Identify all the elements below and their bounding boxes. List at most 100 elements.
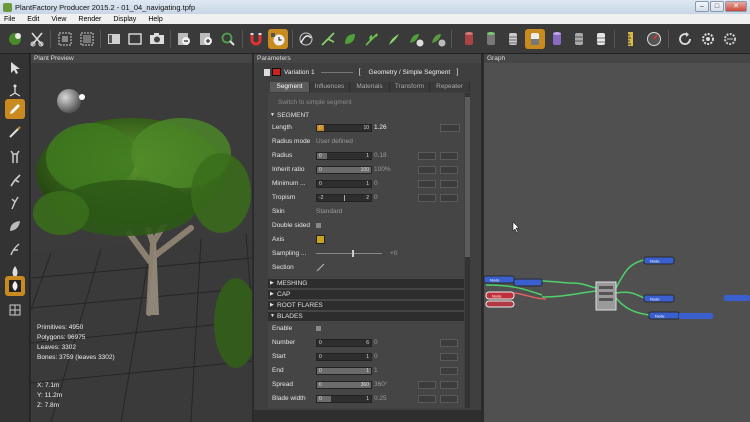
end-box[interactable]	[440, 367, 458, 375]
radius-box-b[interactable]	[440, 152, 458, 160]
value-start[interactable]: 0	[374, 353, 378, 360]
graph-node-left-mid[interactable]	[513, 278, 543, 287]
close-button[interactable]: ✕	[725, 1, 747, 12]
minimum-box-a[interactable]	[418, 180, 436, 188]
maximize-button[interactable]: □	[710, 1, 724, 12]
cylinder-white-icon[interactable]	[591, 29, 611, 49]
value-spread[interactable]: 360°	[374, 381, 387, 388]
move-node-icon[interactable]	[5, 81, 25, 101]
number-slider[interactable]: 06	[316, 339, 372, 347]
leaves-node-icon[interactable]	[362, 29, 382, 49]
leaf-icon[interactable]	[5, 216, 25, 236]
value-radius-mode[interactable]: User defined	[316, 138, 353, 145]
scrollbar-thumb[interactable]	[465, 97, 470, 257]
value-inherit-ratio[interactable]: 100%	[374, 166, 391, 173]
minimum-box-b[interactable]	[440, 180, 458, 188]
menu-edit[interactable]: Edit	[27, 16, 39, 23]
value-blade-width[interactable]: 0.25	[374, 395, 387, 402]
cylinder-grey-icon[interactable]	[569, 29, 589, 49]
radius-box-a[interactable]	[418, 152, 436, 160]
value-minimum[interactable]: 0	[374, 180, 378, 187]
camera-icon[interactable]	[147, 29, 167, 49]
cylinder-selected-icon[interactable]	[525, 29, 545, 49]
value-number[interactable]: 0	[374, 339, 378, 346]
inherit-ratio-slider[interactable]: 0 100	[316, 166, 372, 174]
section-meshing[interactable]: ▶ MESHING	[268, 279, 464, 288]
graph-panel[interactable]: Node Node Node Node Node	[483, 63, 750, 422]
tropism-slider[interactable]: -2 2	[316, 194, 372, 202]
length-curve-box[interactable]	[440, 124, 460, 132]
cylinder-purple-icon[interactable]	[547, 29, 567, 49]
settings-icon[interactable]	[698, 29, 718, 49]
frame-icon[interactable]	[55, 29, 75, 49]
pin-icon[interactable]	[264, 68, 270, 76]
minimum-slider[interactable]: 01	[316, 180, 372, 188]
tropism-box-a[interactable]	[418, 194, 436, 202]
length-slider[interactable]: 0 10	[316, 124, 372, 132]
leaf-options-icon[interactable]	[428, 29, 448, 49]
radius-slider[interactable]: 01	[316, 152, 372, 160]
double-sided-checkbox[interactable]	[316, 223, 321, 228]
zoom-fit-icon[interactable]	[218, 29, 238, 49]
twig-icon[interactable]	[5, 193, 25, 213]
axis-picker-icon[interactable]	[316, 235, 325, 244]
tab-materials[interactable]: Materials	[350, 82, 390, 92]
graph-node-right-top[interactable]: Node	[643, 256, 675, 265]
magnet-icon[interactable]	[246, 29, 266, 49]
blade-width-box-a[interactable]	[418, 395, 436, 403]
spread-box-b[interactable]	[440, 381, 458, 389]
graph-node-left-top[interactable]: Node	[483, 275, 515, 284]
menu-help[interactable]: Help	[148, 16, 162, 23]
spread-slider[interactable]: 0 360	[316, 381, 372, 389]
tab-repeater[interactable]: Repeater	[430, 82, 470, 92]
tropism-box-b[interactable]	[440, 194, 458, 202]
spread-box-a[interactable]	[418, 381, 436, 389]
value-length[interactable]: 1.26	[374, 124, 387, 131]
blade-width-box-b[interactable]	[440, 395, 458, 403]
menu-render[interactable]: Render	[78, 16, 101, 23]
parameters-scrollbar[interactable]	[465, 93, 470, 408]
zoom-out-icon[interactable]	[174, 29, 194, 49]
frame-all-icon[interactable]	[77, 29, 97, 49]
cylinder-red-icon[interactable]	[459, 29, 479, 49]
start-slider[interactable]: 01	[316, 353, 372, 361]
sampling-slider[interactable]	[316, 250, 382, 257]
inherit-box-b[interactable]	[440, 166, 458, 174]
tab-influences[interactable]: Influences	[310, 82, 350, 92]
scissors-icon[interactable]	[27, 29, 47, 49]
value-radius[interactable]: 0.18	[374, 152, 387, 159]
value-end[interactable]: 1	[374, 367, 378, 374]
enable-blades-checkbox[interactable]	[316, 326, 321, 331]
branch-node-icon[interactable]	[318, 29, 338, 49]
variation-color-swatch[interactable]	[272, 68, 281, 76]
gauge-icon[interactable]	[644, 29, 664, 49]
leaf-node-icon[interactable]	[340, 29, 360, 49]
end-slider[interactable]: 01	[316, 367, 372, 375]
branch-icon[interactable]	[5, 170, 25, 190]
history-icon[interactable]	[268, 29, 288, 49]
curve-tool-icon[interactable]	[296, 29, 316, 49]
number-box[interactable]	[440, 339, 458, 347]
graph-node-center[interactable]	[595, 281, 617, 311]
grid-brush-icon[interactable]	[5, 300, 25, 320]
ruler-icon[interactable]	[620, 29, 640, 49]
thorn-icon[interactable]	[5, 239, 25, 259]
grass-node-icon[interactable]	[384, 29, 404, 49]
value-sampling[interactable]: +0	[390, 250, 397, 257]
refresh-icon[interactable]	[675, 29, 695, 49]
trunk-icon[interactable]	[5, 147, 25, 167]
section-segment[interactable]: ▼ SEGMENT	[268, 111, 464, 120]
section-curve-icon[interactable]	[316, 263, 325, 272]
brush-icon[interactable]	[5, 122, 25, 142]
start-box[interactable]	[440, 353, 458, 361]
cylinder-stripes-icon[interactable]	[503, 29, 523, 49]
section-cap[interactable]: ▶ CAP	[268, 290, 464, 299]
leaf-shape-icon[interactable]	[5, 276, 25, 296]
window-layout-icon[interactable]	[104, 29, 124, 49]
leaf-add-icon[interactable]	[406, 29, 426, 49]
blade-width-slider[interactable]: 01	[316, 395, 372, 403]
cylinder-green-icon[interactable]	[481, 29, 501, 49]
minimize-button[interactable]: –	[695, 1, 709, 12]
select-arrow-icon[interactable]	[5, 58, 25, 78]
value-skin[interactable]: Standard	[316, 208, 342, 215]
